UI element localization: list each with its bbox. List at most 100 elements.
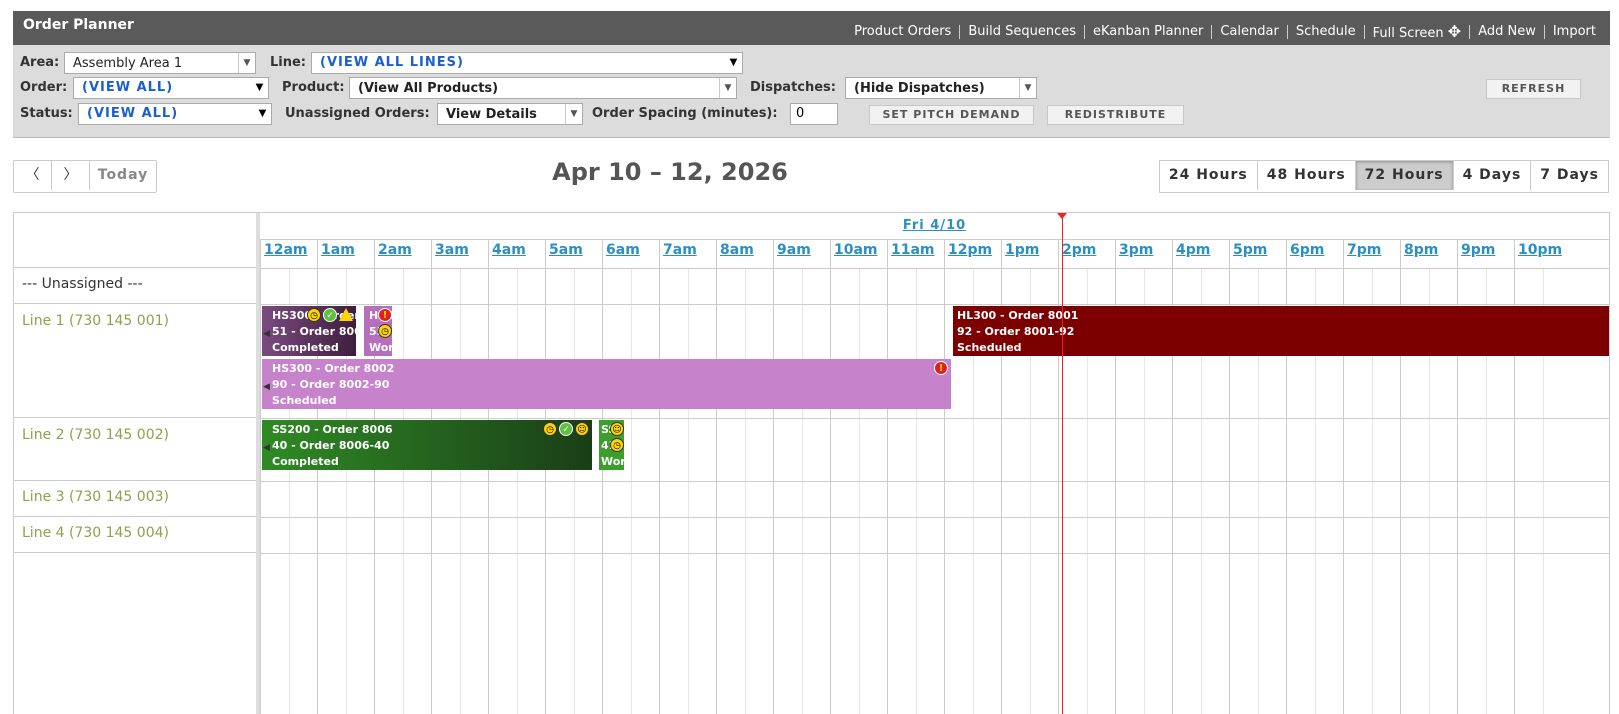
nav-ekanban-planner[interactable]: eKanban Planner <box>1085 24 1211 39</box>
area-select[interactable]: Assembly Area 1 ▼ <box>64 52 256 74</box>
hour-label[interactable]: 4am <box>488 242 526 258</box>
hour-label[interactable]: 10am <box>830 242 878 258</box>
half-hour-gridline <box>573 269 575 714</box>
caret-left-icon: ◀ <box>263 329 270 339</box>
event-title: HL300 - Order 8001 <box>957 309 1079 322</box>
nav-add-new[interactable]: Add New <box>1470 24 1544 39</box>
view-48-hours-button[interactable]: 48 Hours <box>1258 161 1356 190</box>
dropdown-arrow-icon: ▼ <box>258 108 268 119</box>
hour-label[interactable]: 8am <box>716 242 754 258</box>
day-link[interactable]: Fri 4/10 <box>903 218 966 233</box>
event-icons: ◷ ✓ <box>307 308 353 322</box>
nav-schedule[interactable]: Schedule <box>1288 24 1364 39</box>
line-select[interactable]: (VIEW ALL LINES) ▼ <box>311 52 743 74</box>
event-status: Working <box>369 341 392 354</box>
hour-gridline <box>887 239 888 714</box>
hour-label[interactable]: 7am <box>659 242 697 258</box>
row-divider <box>260 481 1609 482</box>
dropdown-arrow-icon: ▼ <box>719 78 736 98</box>
prev-button[interactable]: 〈 <box>14 161 52 190</box>
hour-label[interactable]: 3pm <box>1115 242 1153 258</box>
event-order: 40 - Order 8006-40 <box>272 439 390 452</box>
nav-calendar[interactable]: Calendar <box>1212 24 1286 39</box>
user-icon: ☺ <box>575 422 589 436</box>
nav-build-sequences[interactable]: Build Sequences <box>960 24 1084 39</box>
order-spacing-value: 0 <box>796 106 805 121</box>
chevron-right-icon: 〉 <box>63 167 78 183</box>
hour-label[interactable]: 2pm <box>1058 242 1096 258</box>
hour-label[interactable]: 1am <box>317 242 355 258</box>
event-order: 90 - Order 8002-90 <box>272 378 390 391</box>
next-button[interactable]: 〉 <box>52 161 90 190</box>
row-label-header-spacer <box>14 213 256 268</box>
hour-label[interactable]: 1pm <box>1001 242 1039 258</box>
order-select[interactable]: (VIEW ALL) ▼ <box>73 77 269 99</box>
hour-label[interactable]: 11am <box>887 242 935 258</box>
unassigned-orders-select[interactable]: View Details ▼ <box>437 103 583 125</box>
row-label-line-4[interactable]: Line 4 (730 145 004) <box>14 517 256 553</box>
order-spacing-input[interactable]: 0 <box>790 103 838 125</box>
check-icon: ✓ <box>559 422 573 436</box>
hour-label[interactable]: 6am <box>602 242 640 258</box>
view-7-days-button[interactable]: 7 Days <box>1531 161 1608 190</box>
event-icons: ☺ ◷ <box>610 422 624 452</box>
hour-label[interactable]: 8pm <box>1400 242 1438 258</box>
hour-gridline <box>488 239 489 714</box>
view-24-hours-button[interactable]: 24 Hours <box>1160 161 1258 190</box>
nav-import[interactable]: Import <box>1545 24 1604 39</box>
caret-left-icon: ◀ <box>263 382 270 392</box>
hour-label[interactable]: 3am <box>431 242 469 258</box>
order-event-completed[interactable]: ◀ HS300 - Order 8002 51 - Order 8002-51 … <box>262 306 356 356</box>
hour-label[interactable]: 5pm <box>1229 242 1267 258</box>
row-label-line-1[interactable]: Line 1 (730 145 001) <box>14 304 256 418</box>
half-hour-gridline <box>402 269 404 714</box>
nav-product-orders[interactable]: Product Orders <box>846 24 959 39</box>
redistribute-button[interactable]: REDISTRIBUTE <box>1047 105 1184 125</box>
order-event-scheduled[interactable]: HL300 - Order 8001 92 - Order 8001-92 Sc… <box>953 306 1609 356</box>
hour-gridline <box>602 239 603 714</box>
hour-label[interactable]: 9pm <box>1457 242 1495 258</box>
view-72-hours-button[interactable]: 72 Hours <box>1355 161 1454 190</box>
hour-label[interactable]: 9am <box>773 242 811 258</box>
alert-icon: ! <box>378 308 392 322</box>
event-icons: ! <box>934 361 948 375</box>
warning-icon <box>339 308 353 321</box>
hour-label[interactable]: 5am <box>545 242 583 258</box>
timeline-calendar: --- Unassigned --- Line 1 (730 145 001) … <box>13 212 1610 714</box>
nav-full-screen[interactable]: Full Screen ✥ <box>1365 22 1470 41</box>
row-label-line-3[interactable]: Line 3 (730 145 003) <box>14 481 256 517</box>
hour-gridline <box>545 239 546 714</box>
hour-gridline <box>830 239 831 714</box>
hour-label[interactable]: 6pm <box>1286 242 1324 258</box>
hour-label[interactable]: 2am <box>374 242 412 258</box>
status-select[interactable]: (VIEW ALL) ▼ <box>78 103 272 125</box>
order-event-scheduled[interactable]: ◀ HS300 - Order 8002 90 - Order 8002-90 … <box>262 359 951 409</box>
half-hour-gridline <box>915 269 917 714</box>
hour-label[interactable]: 12am <box>260 242 308 258</box>
order-event-working[interactable]: HS300 55 Working ! ◷ <box>364 306 392 356</box>
order-event-completed[interactable]: ◀ SS200 - Order 8006 40 - Order 8006-40 … <box>262 420 592 470</box>
event-status: Scheduled <box>272 394 337 407</box>
hour-gridline <box>944 239 945 714</box>
hour-label[interactable]: 10pm <box>1514 242 1562 258</box>
dispatches-select[interactable]: (Hide Dispatches) ▼ <box>845 77 1037 99</box>
user-icon: ☺ <box>610 422 624 436</box>
row-label-column: --- Unassigned --- Line 1 (730 145 001) … <box>14 213 260 714</box>
row-label-line-2[interactable]: Line 2 (730 145 002) <box>14 418 256 481</box>
event-order: 92 - Order 8001-92 <box>957 325 1075 338</box>
product-select[interactable]: (View All Products) ▼ <box>349 77 737 99</box>
set-pitch-demand-button[interactable]: SET PITCH DEMAND <box>869 105 1034 125</box>
event-status: Completed <box>272 455 339 468</box>
order-label: Order: <box>20 80 68 95</box>
hour-gridline <box>716 239 717 714</box>
hour-label[interactable]: 12pm <box>944 242 992 258</box>
hour-label[interactable]: 7pm <box>1343 242 1381 258</box>
order-event-working[interactable]: SS2 41 Working ☺ ◷ <box>599 420 624 470</box>
move-arrows-icon: ✥ <box>1447 22 1462 41</box>
refresh-button[interactable]: REFRESH <box>1486 79 1581 99</box>
order-spacing-label: Order Spacing (minutes): <box>592 106 778 121</box>
today-button[interactable]: Today <box>90 161 156 190</box>
view-4-days-button[interactable]: 4 Days <box>1454 161 1532 190</box>
hour-gridline <box>260 239 261 714</box>
hour-label[interactable]: 4pm <box>1172 242 1210 258</box>
